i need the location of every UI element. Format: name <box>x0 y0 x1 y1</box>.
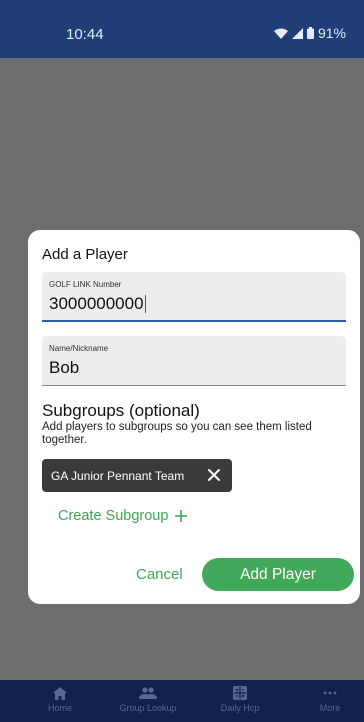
calculator-icon <box>200 684 280 702</box>
create-subgroup-label: Create Subgroup <box>58 508 169 524</box>
battery-percent: 91% <box>317 25 346 41</box>
name-field[interactable]: Name/Nickname Bob <box>42 336 346 386</box>
group-icon <box>108 684 188 702</box>
cancel-button[interactable]: Cancel <box>136 566 183 583</box>
status-time: 10:44 <box>66 26 104 43</box>
bottom-nav: Home Group Lookup Daily Hcp More <box>0 680 364 722</box>
name-label: Name/Nickname <box>49 344 109 353</box>
add-player-button[interactable]: Add Player <box>202 558 354 591</box>
golf-link-input[interactable]: 3000000000 <box>49 294 147 314</box>
subgroups-title: Subgroups (optional) <box>42 401 200 420</box>
nav-label-more: More <box>319 703 341 713</box>
golf-link-value: 3000000000 <box>49 294 144 313</box>
subgroup-chip-label: GA Junior Pennant Team <box>51 468 185 483</box>
nav-label-group-lookup: Group Lookup <box>119 703 177 713</box>
nav-item-home[interactable]: Home <box>20 684 100 713</box>
add-player-dialog: Add a Player GOLF LINK Number 3000000000… <box>28 230 360 604</box>
nav-item-daily-hcp[interactable]: Daily Hcp <box>200 684 280 713</box>
subgroup-chip[interactable]: GA Junior Pennant Team <box>42 459 232 492</box>
golf-link-field[interactable]: GOLF LINK Number 3000000000 <box>42 272 346 322</box>
golf-link-label: GOLF LINK Number <box>49 280 122 289</box>
home-icon <box>20 684 100 702</box>
signal-icon <box>291 27 303 39</box>
wifi-icon <box>273 28 288 39</box>
nav-item-group-lookup[interactable]: Group Lookup <box>108 684 188 713</box>
nav-label-home: Home <box>47 703 72 713</box>
plus-icon <box>174 509 188 524</box>
nav-label-daily-hcp: Daily Hcp <box>220 703 260 713</box>
dialog-title: Add a Player <box>42 246 128 263</box>
nav-item-more[interactable]: More <box>290 684 364 713</box>
battery-icon <box>306 27 314 39</box>
close-icon[interactable] <box>206 467 222 483</box>
name-input[interactable]: Bob <box>49 358 79 378</box>
text-caret <box>144 295 147 313</box>
more-icon <box>290 684 364 702</box>
status-icons: 91% <box>273 25 346 41</box>
subgroups-description: Add players to subgroups so you can see … <box>42 421 312 446</box>
create-subgroup-button[interactable]: Create Subgroup <box>58 508 188 524</box>
